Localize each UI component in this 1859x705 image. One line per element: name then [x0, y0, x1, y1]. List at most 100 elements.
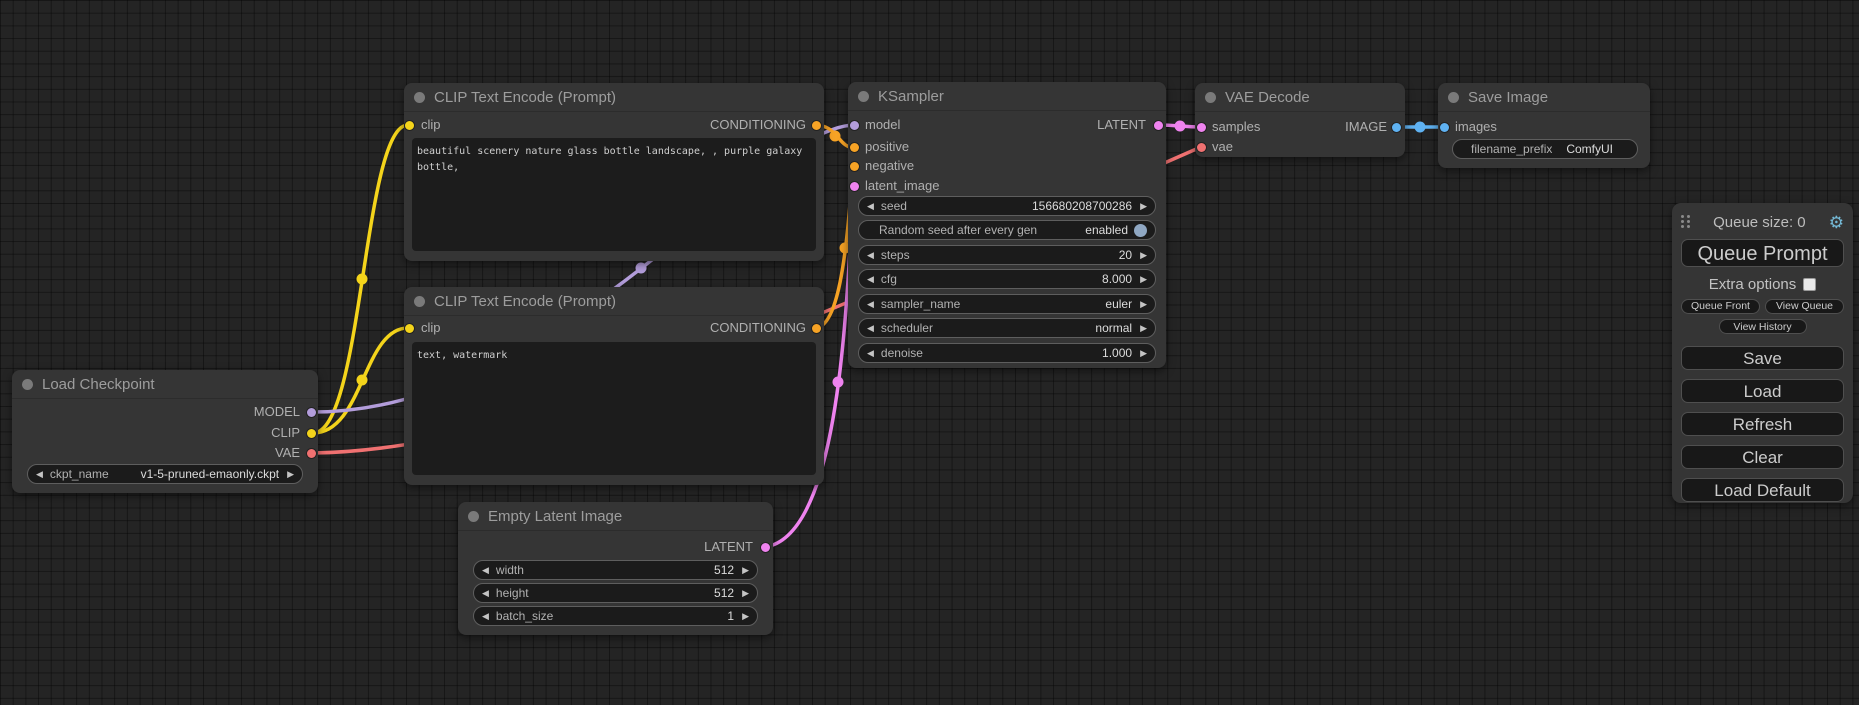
collapse-dot-icon[interactable] [414, 296, 425, 307]
cfg-widget[interactable]: cfg 8.000 [858, 269, 1156, 289]
batch-size-widget[interactable]: batch_size 1 [473, 606, 758, 626]
node-load-checkpoint[interactable]: Load Checkpoint MODEL CLIP VAE ckpt_name… [12, 370, 318, 493]
node-header[interactable]: CLIP Text Encode (Prompt) [404, 287, 824, 316]
port-clip-input[interactable] [405, 324, 414, 333]
increment-icon[interactable] [742, 589, 749, 598]
save-button[interactable]: Save [1681, 346, 1844, 370]
decrement-icon[interactable] [482, 612, 489, 621]
negative-prompt-textarea[interactable]: text, watermark [412, 342, 816, 475]
increment-icon[interactable] [1140, 202, 1147, 211]
port-model-output[interactable] [307, 408, 316, 417]
queue-front-button[interactable]: Queue Front [1681, 299, 1760, 314]
increment-icon[interactable] [742, 612, 749, 621]
node-title-text: KSampler [878, 88, 944, 105]
seed-widget[interactable]: seed 156680208700286 [858, 196, 1156, 216]
port-clip-input[interactable] [405, 121, 414, 130]
steps-widget[interactable]: steps 20 [858, 245, 1156, 265]
port-clip-output[interactable] [307, 429, 316, 438]
collapse-dot-icon[interactable] [414, 92, 425, 103]
output-label-latent: LATENT [704, 537, 753, 557]
input-label-samples: samples [1212, 117, 1260, 137]
widget-value: 1 [727, 609, 734, 623]
node-clip-text-encode-negative[interactable]: CLIP Text Encode (Prompt) clip CONDITION… [404, 287, 824, 485]
toggle-enabled-icon[interactable] [1134, 224, 1147, 237]
node-header[interactable]: Load Checkpoint [12, 370, 318, 399]
decrement-icon[interactable] [867, 251, 874, 260]
next-value-icon[interactable] [1140, 324, 1147, 333]
next-value-icon[interactable] [287, 470, 294, 479]
port-negative-input[interactable] [850, 162, 859, 171]
extra-options-checkbox[interactable] [1803, 278, 1816, 291]
decrement-icon[interactable] [867, 202, 874, 211]
port-vae-input[interactable] [1197, 143, 1206, 152]
load-button[interactable]: Load [1681, 379, 1844, 403]
prev-value-icon[interactable] [867, 300, 874, 309]
decrement-icon[interactable] [482, 566, 489, 575]
widget-value: 512 [714, 586, 734, 600]
ckpt-name-widget[interactable]: ckpt_name v1-5-pruned-emaonly.ckpt [27, 464, 303, 484]
random-seed-toggle-widget[interactable]: Random seed after every gen enabled [858, 220, 1156, 240]
output-label-vae: VAE [275, 443, 300, 463]
collapse-dot-icon[interactable] [1205, 92, 1216, 103]
scheduler-widget[interactable]: scheduler normal [858, 318, 1156, 338]
node-header[interactable]: Empty Latent Image [458, 502, 773, 531]
collapse-dot-icon[interactable] [468, 511, 479, 522]
clear-button[interactable]: Clear [1681, 445, 1844, 469]
filename-prefix-widget[interactable]: filename_prefix ComfyUI [1452, 139, 1638, 159]
port-conditioning-output[interactable] [812, 121, 821, 130]
width-widget[interactable]: width 512 [473, 560, 758, 580]
widget-value: normal [1095, 321, 1132, 335]
collapse-dot-icon[interactable] [858, 91, 869, 102]
node-clip-text-encode-positive[interactable]: CLIP Text Encode (Prompt) clip CONDITION… [404, 83, 824, 261]
decrement-icon[interactable] [867, 349, 874, 358]
comfyui-canvas[interactable]: { "nodes": { "load_checkpoint": { "title… [0, 0, 1859, 705]
node-vae-decode[interactable]: VAE Decode samples vae IMAGE [1195, 83, 1405, 157]
port-latent-output[interactable] [761, 543, 770, 552]
view-history-button[interactable]: View History [1719, 319, 1807, 334]
prev-value-icon[interactable] [867, 324, 874, 333]
input-label-model: model [865, 115, 900, 135]
increment-icon[interactable] [1140, 275, 1147, 284]
drag-handle-icon[interactable] [1681, 215, 1690, 229]
port-model-input[interactable] [850, 121, 859, 130]
load-default-button[interactable]: Load Default [1681, 478, 1844, 502]
port-latent-output[interactable] [1154, 121, 1163, 130]
extra-options-label: Extra options [1709, 276, 1797, 293]
decrement-icon[interactable] [867, 275, 874, 284]
port-positive-input[interactable] [850, 143, 859, 152]
node-header[interactable]: VAE Decode [1195, 83, 1405, 112]
increment-icon[interactable] [1140, 251, 1147, 260]
denoise-widget[interactable]: denoise 1.000 [858, 343, 1156, 363]
widget-value: 1.000 [1102, 346, 1132, 360]
positive-prompt-textarea[interactable]: beautiful scenery nature glass bottle la… [412, 138, 816, 251]
port-latent-image-input[interactable] [850, 182, 859, 191]
input-label-images: images [1455, 117, 1497, 137]
port-image-output[interactable] [1392, 123, 1401, 132]
next-value-icon[interactable] [1140, 300, 1147, 309]
port-samples-input[interactable] [1197, 123, 1206, 132]
sampler-name-widget[interactable]: sampler_name euler [858, 294, 1156, 314]
port-images-input[interactable] [1440, 123, 1449, 132]
prev-value-icon[interactable] [36, 470, 43, 479]
widget-label: filename_prefix [1471, 142, 1552, 156]
decrement-icon[interactable] [482, 589, 489, 598]
collapse-dot-icon[interactable] [1448, 92, 1459, 103]
increment-icon[interactable] [1140, 349, 1147, 358]
node-header[interactable]: CLIP Text Encode (Prompt) [404, 83, 824, 112]
queue-prompt-button[interactable]: Queue Prompt [1681, 239, 1844, 267]
settings-gear-icon[interactable] [1829, 214, 1844, 231]
node-header[interactable]: KSampler [848, 82, 1166, 111]
refresh-button[interactable]: Refresh [1681, 412, 1844, 436]
increment-icon[interactable] [742, 566, 749, 575]
node-empty-latent-image[interactable]: Empty Latent Image LATENT width 512 heig… [458, 502, 773, 635]
view-queue-button[interactable]: View Queue [1765, 299, 1844, 314]
node-ksampler[interactable]: KSampler model positive negative latent_… [848, 82, 1166, 368]
widget-value: ComfyUI [1566, 142, 1613, 156]
collapse-dot-icon[interactable] [22, 379, 33, 390]
node-save-image[interactable]: Save Image images filename_prefix ComfyU… [1438, 83, 1650, 168]
port-vae-output[interactable] [307, 449, 316, 458]
widget-label: height [496, 586, 529, 600]
node-header[interactable]: Save Image [1438, 83, 1650, 112]
port-conditioning-output[interactable] [812, 324, 821, 333]
height-widget[interactable]: height 512 [473, 583, 758, 603]
